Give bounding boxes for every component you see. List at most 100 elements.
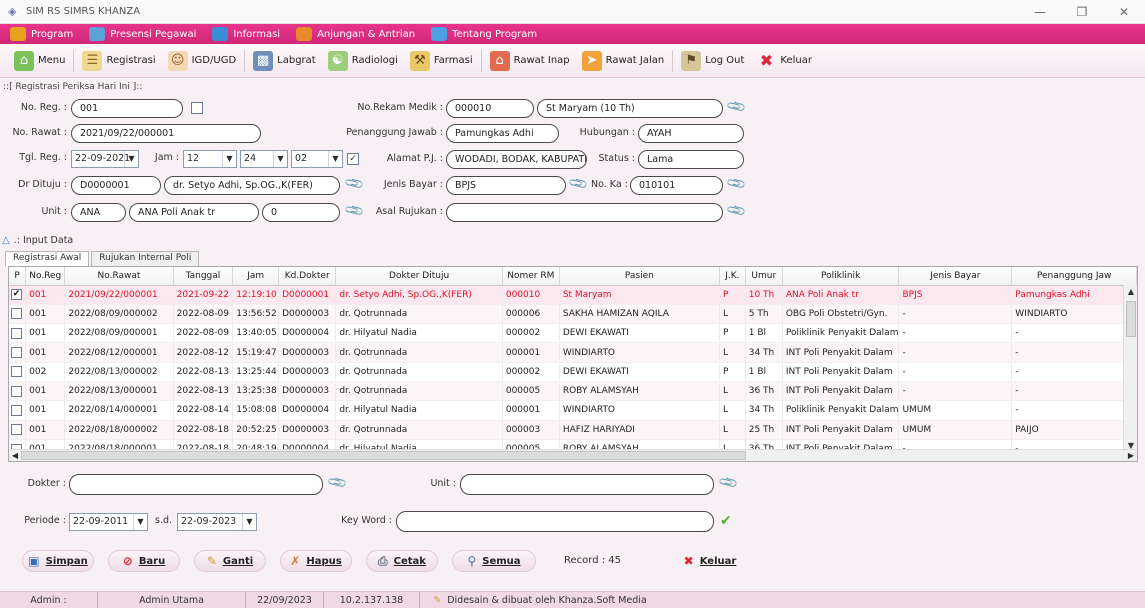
toolbar-rawat-inap-button[interactable]: ⌂ Rawat Inap: [484, 47, 576, 75]
horizontal-scrollbar[interactable]: ◀ ▶: [9, 449, 1137, 461]
column-header[interactable]: No.Rawat: [64, 267, 174, 286]
toolbar-keluar-button[interactable]: ✖ Keluar: [750, 47, 818, 75]
menu-tentang-program[interactable]: Tentang Program: [431, 27, 537, 41]
row-checkbox-cell[interactable]: [9, 323, 27, 344]
scroll-right-icon[interactable]: ▶: [1125, 450, 1137, 461]
table-row[interactable]: 001 2022/08/09/000001 2022-08-09 13:40:05 D0…: [9, 323, 1137, 344]
row-checkbox-cell[interactable]: ✔: [9, 285, 27, 305]
semua-button[interactable]: ⚲ Semua: [452, 550, 536, 572]
toolbar-registrasi-button[interactable]: ☰ Registrasi: [76, 47, 161, 75]
filter-unit-field[interactable]: [460, 474, 714, 495]
tgl-reg-date-picker[interactable]: 22-09-2021 ▼: [71, 150, 139, 168]
menu-anjungan-antrian[interactable]: Anjungan & Antrian: [296, 27, 415, 41]
paperclip-icon[interactable]: 📎: [327, 472, 349, 494]
table-row[interactable]: 001 2022/08/14/000001 2022-08-14 15:08:08 D0…: [9, 400, 1137, 421]
simpan-button[interactable]: ▣ Simpan: [22, 550, 94, 572]
dropdown-arrow-icon[interactable]: ▼: [222, 151, 236, 167]
toolbar-radiologi-button[interactable]: ☯ Radiologi: [322, 47, 404, 75]
ganti-button[interactable]: ✎ Ganti: [194, 550, 266, 572]
keyword-field[interactable]: [396, 511, 714, 532]
table-row[interactable]: 001 2022/08/12/000001 2022-08-12 15:19:47 D0…: [9, 342, 1137, 363]
hapus-button[interactable]: ✗ Hapus: [280, 550, 352, 572]
column-header[interactable]: P: [9, 267, 27, 286]
keluar-button[interactable]: ✖ Keluar: [674, 550, 746, 572]
dropdown-arrow-icon[interactable]: ▼: [124, 151, 138, 167]
row-checkbox-cell[interactable]: [9, 400, 27, 421]
nama-pasien-field[interactable]: St Maryam (10 Th): [537, 99, 723, 118]
dropdown-arrow-icon[interactable]: ▼: [242, 514, 256, 530]
row-checkbox[interactable]: [11, 404, 22, 416]
toolbar-labgrat-button[interactable]: ▩ Labgrat: [247, 47, 322, 75]
row-checkbox[interactable]: [11, 385, 22, 397]
scroll-left-icon[interactable]: ◀: [9, 450, 21, 461]
column-header[interactable]: Kd.Dokter: [278, 267, 337, 286]
row-checkbox[interactable]: [11, 424, 22, 436]
dr-nama-field[interactable]: dr. Setyo Adhi, Sp.OG.,K(FER): [164, 176, 340, 195]
row-checkbox[interactable]: [11, 327, 22, 339]
paperclip-icon[interactable]: 📎: [718, 472, 740, 494]
column-header[interactable]: Poliklinik: [782, 267, 900, 286]
paperclip-icon[interactable]: 📎: [726, 173, 748, 195]
search-check-icon[interactable]: ✔: [720, 513, 732, 529]
column-header[interactable]: Umur: [745, 267, 783, 286]
column-header[interactable]: Nomer RM: [502, 267, 560, 286]
menu-informasi[interactable]: Informasi: [212, 27, 280, 41]
column-header[interactable]: Jam: [232, 267, 280, 286]
column-header[interactable]: Tanggal: [173, 267, 234, 286]
filter-dokter-field[interactable]: [69, 474, 323, 495]
jam-minute-select[interactable]: 24 ▼: [240, 150, 288, 168]
jam-hour-select[interactable]: 12 ▼: [183, 150, 237, 168]
row-checkbox[interactable]: [11, 347, 22, 359]
maximize-button[interactable]: ❐: [1061, 0, 1103, 24]
pj-field[interactable]: Pamungkas Adhi: [446, 124, 559, 143]
table-row[interactable]: 001 2022/08/18/000002 2022-08-18 20:52:25 D0…: [9, 420, 1137, 440]
paperclip-icon[interactable]: 📎: [726, 96, 748, 118]
column-header[interactable]: Jenis Bayar: [898, 267, 1013, 286]
toolbar-rawat-jalan-button[interactable]: ➤ Rawat Jalan: [576, 47, 671, 75]
vertical-scrollbar[interactable]: ▲ ▼: [1123, 285, 1137, 453]
unit-biaya-field[interactable]: 0: [262, 203, 340, 222]
row-checkbox-cell[interactable]: [9, 381, 27, 402]
table-row[interactable]: 001 2022/08/09/000002 2022-08-09 13:56:52 D0…: [9, 304, 1137, 325]
unit-kode-field[interactable]: ANA: [71, 203, 126, 222]
row-checkbox[interactable]: [11, 308, 22, 320]
table-row[interactable]: 001 2022/08/13/000001 2022-08-13 13:25:38 D0…: [9, 381, 1137, 402]
tab-registrasi-awal[interactable]: Registrasi Awal: [5, 251, 90, 266]
no-rm-field[interactable]: 000010: [446, 99, 534, 118]
row-checkbox-cell[interactable]: [9, 362, 27, 382]
dropdown-arrow-icon[interactable]: ▼: [328, 151, 342, 167]
dropdown-arrow-icon[interactable]: ▼: [133, 514, 147, 530]
dr-kode-field[interactable]: D0000001: [71, 176, 161, 195]
cetak-button[interactable]: ⎙ Cetak: [366, 550, 438, 572]
alamat-pj-field[interactable]: WODADI, BODAK, KABUPATEN: [446, 150, 587, 169]
toolbar-menu-button[interactable]: ⌂ Menu: [8, 47, 71, 75]
scroll-up-icon[interactable]: ▲: [1124, 285, 1137, 299]
menu-presensi-pegawai[interactable]: Presensi Pegawai: [89, 27, 196, 41]
row-checkbox-cell[interactable]: [9, 342, 27, 363]
row-checkbox[interactable]: [11, 366, 22, 378]
dropdown-arrow-icon[interactable]: ▼: [273, 151, 287, 167]
column-header[interactable]: Penanggung Jaw: [1011, 267, 1137, 286]
input-data-toggle[interactable]: △ .: Input Data: [0, 233, 1145, 247]
hubungan-field[interactable]: AYAH: [638, 124, 744, 143]
unit-nama-field[interactable]: ANA Poli Anak tr: [129, 203, 259, 222]
column-header[interactable]: J.K.: [719, 267, 746, 286]
table-row[interactable]: 002 2022/08/13/000002 2022-08-13 13:25:44 D0…: [9, 362, 1137, 382]
toolbar-logout-button[interactable]: ⚑ Log Out: [675, 47, 750, 75]
column-header[interactable]: No.Reg: [25, 267, 66, 286]
row-checkbox[interactable]: ✔: [11, 289, 22, 301]
toolbar-igd-button[interactable]: ☺ IGD/UGD: [162, 47, 243, 75]
menu-program[interactable]: Program: [10, 27, 73, 41]
paperclip-icon[interactable]: 📎: [726, 200, 748, 222]
scroll-thumb[interactable]: [1126, 301, 1136, 337]
minimize-button[interactable]: —: [1019, 0, 1061, 24]
no-rawat-field[interactable]: 2021/09/22/000001: [71, 124, 261, 143]
column-header[interactable]: Pasien: [559, 267, 720, 286]
row-checkbox-cell[interactable]: [9, 304, 27, 325]
column-header[interactable]: Dokter Dituju: [335, 267, 503, 286]
jam-second-select[interactable]: 02 ▼: [291, 150, 343, 168]
no-reg-field[interactable]: 001: [71, 99, 183, 118]
table-row[interactable]: ✔ 001 2021/09/22/000001 2021-09-22 12:19:10 D…: [9, 285, 1137, 305]
close-button[interactable]: ✕: [1103, 0, 1145, 24]
row-checkbox-cell[interactable]: [9, 420, 27, 440]
